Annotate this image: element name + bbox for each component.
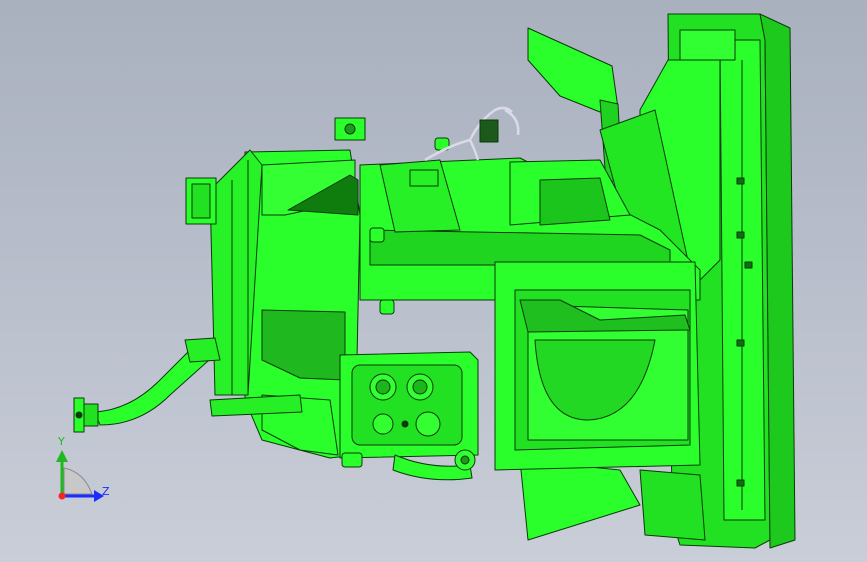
y-axis-label: Y [58,435,65,448]
wire-harness [424,106,520,162]
coordinate-triad: Y Z [40,430,130,510]
triad-origin-icon [58,492,66,500]
left-connector [185,177,217,225]
hvac-assembly-model[interactable] [73,13,796,549]
pipe-flange [73,397,99,433]
blower-outlet [494,261,701,471]
control-module [339,351,479,459]
z-axis-label: Z [102,485,110,498]
triad-plane-icon [63,467,93,495]
3d-model-viewport[interactable] [0,0,867,562]
